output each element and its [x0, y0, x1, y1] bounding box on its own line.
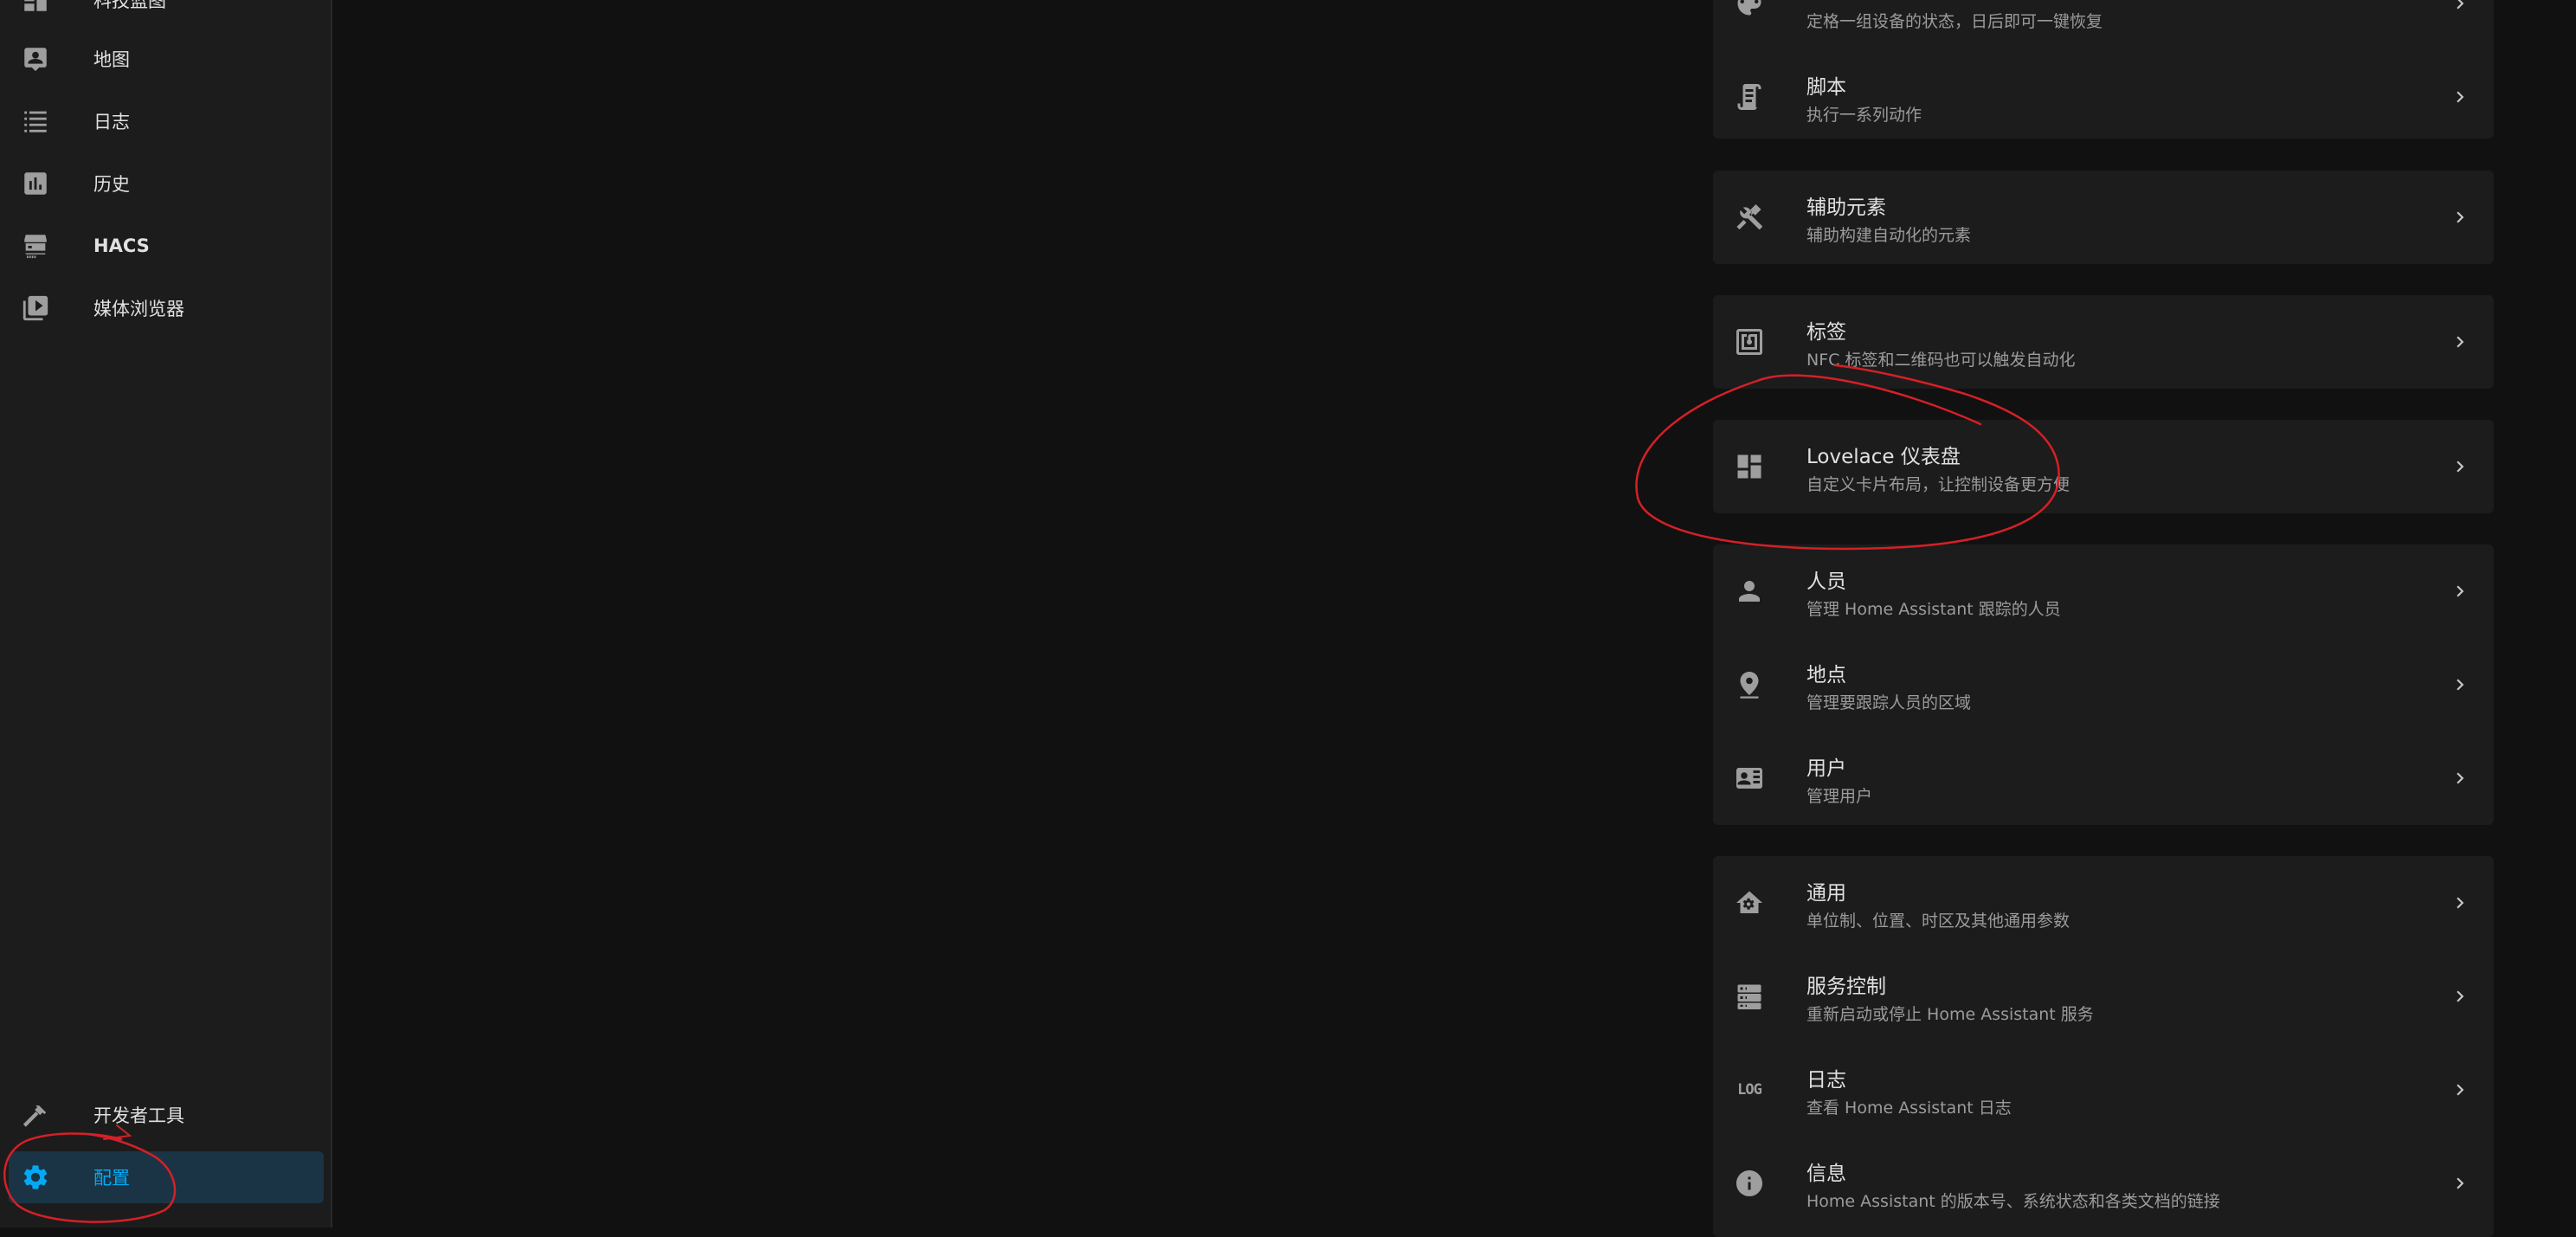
- list-icon: [21, 106, 50, 136]
- row-subtitle: NFC 标签和二维码也可以触发自动化: [1806, 351, 2076, 370]
- row-title: 辅助元素: [1806, 197, 1886, 219]
- row-subtitle: 管理 Home Assistant 跟踪的人员: [1806, 600, 2061, 619]
- sidebar-item-label: 日志: [93, 112, 130, 132]
- row-title: 标签: [1806, 321, 1846, 344]
- info-icon: [1734, 1168, 1765, 1199]
- sidebar-item-label: 媒体浏览器: [93, 299, 184, 319]
- row-subtitle: 辅助构建自动化的元素: [1806, 226, 1972, 245]
- config-card-automation: 定格一组设备的状态，日后即可一键恢复 脚本 执行一系列动作: [1713, 0, 2494, 139]
- chevron-right-icon: [2449, 985, 2471, 1008]
- row-title: 脚本: [1806, 76, 1846, 99]
- chevron-right-icon: [2449, 580, 2471, 602]
- config-row-helpers[interactable]: 辅助元素 辅助构建自动化的元素: [1713, 171, 2494, 264]
- tools-icon: [1734, 202, 1765, 233]
- sidebar-item-hacs[interactable]: HACS: [9, 220, 324, 272]
- config-row-scripts[interactable]: 脚本 执行一系列动作: [1713, 50, 2494, 144]
- row-subtitle: 管理要跟踪人员的区域: [1806, 693, 1972, 712]
- chevron-right-icon: [2449, 0, 2471, 15]
- sidebar-item-label: 地图: [93, 49, 130, 70]
- row-subtitle: 自定义卡片布局，让控制设备更方便: [1806, 475, 2070, 494]
- sidebar-item-configuration[interactable]: 配置: [9, 1151, 324, 1203]
- row-title: 地点: [1806, 664, 1846, 686]
- chevron-right-icon: [2449, 1172, 2471, 1195]
- config-row-lovelace[interactable]: Lovelace 仪表盘 自定义卡片布局，让控制设备更方便: [1713, 420, 2494, 513]
- map-marker-icon: [1734, 669, 1765, 700]
- sidebar-item-dashboard[interactable]: 科技蓝图: [9, 0, 324, 26]
- row-subtitle: 查看 Home Assistant 日志: [1806, 1098, 2012, 1118]
- config-row-info[interactable]: 信息 Home Assistant 的版本号、系统状态和各类文档的链接: [1713, 1137, 2494, 1230]
- row-title: 日志: [1806, 1069, 1846, 1092]
- config-card-lovelace: Lovelace 仪表盘 自定义卡片布局，让控制设备更方便: [1713, 420, 2494, 513]
- config-row-scenes[interactable]: 定格一组设备的状态，日后即可一键恢复: [1713, 0, 2494, 50]
- row-subtitle: 单位制、位置、时区及其他通用参数: [1806, 912, 2070, 931]
- sidebar-item-label: 配置: [93, 1168, 130, 1189]
- person-icon: [1734, 576, 1765, 607]
- config-row-logs[interactable]: LOG 日志 查看 Home Assistant 日志: [1713, 1043, 2494, 1137]
- config-card-helpers: 辅助元素 辅助构建自动化的元素: [1713, 171, 2494, 264]
- palette-icon: [1734, 0, 1765, 19]
- nfc-icon: [1734, 326, 1765, 358]
- hammer-icon: [21, 1100, 50, 1130]
- hacs-icon: [21, 231, 50, 261]
- chevron-right-icon: [2449, 892, 2471, 914]
- row-subtitle: Home Assistant 的版本号、系统状态和各类文档的链接: [1806, 1192, 2220, 1211]
- row-subtitle: 定格一组设备的状态，日后即可一键恢复: [1806, 12, 2103, 31]
- sidebar-item-logbook[interactable]: 日志: [9, 95, 324, 147]
- row-title: Lovelace 仪表盘: [1806, 446, 1961, 468]
- dashboard-icon: [21, 0, 50, 15]
- account-card-icon: [1734, 763, 1765, 794]
- chevron-right-icon: [2449, 673, 2471, 696]
- chevron-right-icon: [2449, 1079, 2471, 1101]
- sidebar-item-label: 科技蓝图: [93, 0, 166, 11]
- server-icon: [1734, 981, 1765, 1012]
- row-title: 信息: [1806, 1163, 1846, 1185]
- config-row-server-control[interactable]: 服务控制 重新启动或停止 Home Assistant 服务: [1713, 950, 2494, 1043]
- chevron-right-icon: [2449, 86, 2471, 108]
- sidebar-item-history[interactable]: 历史: [9, 158, 324, 209]
- chevron-right-icon: [2449, 455, 2471, 478]
- gear-icon: [21, 1163, 50, 1192]
- sidebar-item-developer-tools[interactable]: 开发者工具: [9, 1089, 324, 1141]
- row-subtitle: 执行一系列动作: [1806, 106, 1922, 125]
- chart-icon: [21, 169, 50, 198]
- sidebar-item-label: HACS: [93, 235, 150, 256]
- sidebar: 科技蓝图 地图 日志 历史 HACS 媒体浏览器 开发者工具 配置: [0, 0, 332, 1227]
- sidebar-item-label: 历史: [93, 174, 130, 195]
- config-row-general[interactable]: 通用 单位制、位置、时区及其他通用参数: [1713, 856, 2494, 950]
- log-icon-text: LOG: [1737, 1081, 1762, 1098]
- config-row-zones[interactable]: 地点 管理要跟踪人员的区域: [1713, 638, 2494, 731]
- row-title: 服务控制: [1806, 976, 1886, 998]
- config-card-people: 人员 管理 Home Assistant 跟踪的人员 地点 管理要跟踪人员的区域…: [1713, 544, 2494, 825]
- config-row-tags[interactable]: 标签 NFC 标签和二维码也可以触发自动化: [1713, 295, 2494, 389]
- chevron-right-icon: [2449, 206, 2471, 229]
- chevron-right-icon: [2449, 767, 2471, 789]
- sidebar-item-media-browser[interactable]: 媒体浏览器: [9, 282, 324, 334]
- config-row-users[interactable]: 用户 管理用户: [1713, 731, 2494, 825]
- play-box-icon: [21, 293, 50, 323]
- config-row-persons[interactable]: 人员 管理 Home Assistant 跟踪的人员: [1713, 544, 2494, 638]
- row-title: 通用: [1806, 882, 1846, 905]
- map-person-icon: [21, 44, 50, 74]
- sidebar-item-map[interactable]: 地图: [9, 33, 324, 85]
- config-card-tags: 标签 NFC 标签和二维码也可以触发自动化: [1713, 295, 2494, 389]
- row-title: 人员: [1806, 570, 1846, 593]
- row-title: 用户: [1806, 757, 1846, 780]
- dashboard-icon: [1734, 451, 1765, 482]
- chevron-right-icon: [2449, 331, 2471, 353]
- script-icon: [1734, 81, 1765, 113]
- config-card-system: 通用 单位制、位置、时区及其他通用参数 服务控制 重新启动或停止 Home As…: [1713, 856, 2494, 1237]
- home-gear-icon: [1734, 887, 1765, 918]
- log-icon: LOG: [1734, 1074, 1765, 1105]
- row-subtitle: 重新启动或停止 Home Assistant 服务: [1806, 1005, 2094, 1024]
- row-subtitle: 管理用户: [1806, 787, 1873, 806]
- sidebar-item-label: 开发者工具: [93, 1105, 184, 1126]
